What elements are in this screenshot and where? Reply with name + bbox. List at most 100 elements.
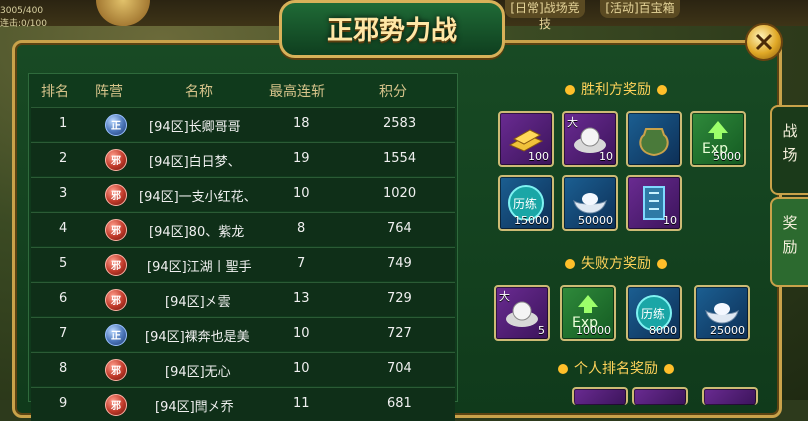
- close-button[interactable]: [745, 23, 783, 61]
- rank-cell: 5: [59, 256, 68, 271]
- camp-glyph: 邪: [111, 261, 121, 272]
- item-quantity: 10: [663, 214, 677, 227]
- header-rank: 排名: [41, 84, 69, 100]
- reward-rune-scroll[interactable]: 10: [626, 175, 682, 231]
- camp-xie-icon: 邪: [105, 394, 127, 416]
- jar-icon: [639, 128, 669, 157]
- camp-xie-icon: 邪: [105, 219, 127, 241]
- camp-glyph: 邪: [111, 156, 121, 167]
- side-tabs: 战场 奖励: [770, 105, 808, 365]
- hp-text: 3005/400: [0, 6, 44, 16]
- defeat-reward-experience-orb[interactable]: 历练 8000: [626, 285, 682, 341]
- tab-rewards-label: 奖励: [782, 214, 798, 256]
- name-cell: [94区]无心: [165, 365, 231, 380]
- item-quantity: 100: [528, 150, 549, 163]
- streak-cell: 13: [293, 291, 310, 306]
- camp-glyph: 邪: [111, 191, 121, 202]
- score-cell: 729: [387, 291, 412, 306]
- rank-cell: 4: [59, 221, 68, 236]
- streak-cell: 10: [293, 186, 310, 201]
- item-quantity: 50000: [578, 214, 613, 227]
- personal-reward-slot[interactable]: [702, 387, 758, 405]
- score-cell: 727: [387, 326, 412, 341]
- diamond-icon: [565, 259, 575, 269]
- rank-cell: 3: [59, 186, 68, 201]
- camp-xie-icon: 邪: [105, 254, 127, 276]
- diamond-icon: [657, 85, 667, 95]
- item-quantity: 5000: [713, 150, 741, 163]
- camp-glyph: 正: [111, 331, 121, 342]
- rank-cell: 9: [59, 396, 68, 411]
- camp-glyph: 邪: [111, 296, 121, 307]
- personal-reward-slot[interactable]: [632, 387, 688, 405]
- score-cell: 681: [387, 396, 412, 411]
- table-row[interactable]: 7 正 [94区]裸奔也是美 10 727: [31, 317, 455, 351]
- score-cell: 704: [387, 361, 412, 376]
- table-row[interactable]: 5 邪 [94区]江湖丨聖手 7 749: [31, 247, 455, 281]
- camp-glyph: 邪: [111, 226, 121, 237]
- score-cell: 764: [387, 221, 412, 236]
- personal-reward-slot[interactable]: [572, 387, 628, 405]
- top-tab-daily[interactable]: [日常]战场竞技: [505, 0, 585, 31]
- table-row[interactable]: 1 正 [94区]长卿哥哥 18 2583: [31, 107, 455, 141]
- defeat-reward-silver-ingot[interactable]: 25000: [694, 285, 750, 341]
- defeat-rewards-title: 失败方奖励: [472, 253, 760, 273]
- diamond-icon: [657, 259, 667, 269]
- score-cell: 749: [387, 256, 412, 271]
- diamond-icon: [558, 364, 568, 374]
- camp-glyph: 正: [111, 121, 121, 132]
- streak-cell: 8: [297, 221, 306, 236]
- table-row[interactable]: 9 邪 [94区]閆㐅乔 11 681: [31, 387, 455, 421]
- camp-zheng-icon: 正: [105, 114, 127, 136]
- name-cell: [94区]一支小红花、: [139, 190, 257, 205]
- reward-silver-ingot[interactable]: 50000: [562, 175, 618, 231]
- name-cell: [94区]白日梦、: [149, 155, 241, 170]
- item-quantity: 8000: [649, 324, 677, 337]
- rank-cell: 8: [59, 361, 68, 376]
- camp-glyph: 邪: [111, 401, 121, 412]
- reward-pearl[interactable]: 大 10: [562, 111, 618, 167]
- table-row[interactable]: 2 邪 [94区]白日梦、 19 1554: [31, 142, 455, 176]
- victory-rewards-label: 胜利方奖励: [581, 82, 651, 98]
- header-max-streak: 最高连斩: [269, 84, 325, 100]
- defeat-reward-exp[interactable]: Exp 10000: [560, 285, 616, 341]
- table-row[interactable]: 3 邪 [94区]一支小红花、 10 1020: [31, 177, 455, 211]
- defeat-reward-pearl[interactable]: 大 5: [494, 285, 550, 341]
- defeat-rewards-label: 失败方奖励: [581, 256, 651, 272]
- diamond-icon: [664, 364, 674, 374]
- camp-xie-icon: 邪: [105, 359, 127, 381]
- streak-cell: 10: [293, 361, 310, 376]
- score-cell: 2583: [383, 116, 417, 131]
- item-quantity: 10: [599, 150, 613, 163]
- camp-glyph: 邪: [111, 366, 121, 377]
- rank-cell: 1: [59, 116, 68, 131]
- victory-rewards-title: 胜利方奖励: [472, 79, 760, 99]
- name-cell: [94区]长卿哥哥: [149, 120, 241, 135]
- top-tab-label: [活动]百宝箱: [605, 1, 675, 15]
- top-medallion[interactable]: [96, 0, 150, 26]
- reward-experience-orb[interactable]: 历练 15000: [498, 175, 554, 231]
- table-row[interactable]: 8 邪 [94区]无心 10 704: [31, 352, 455, 386]
- header-camp: 阵营: [95, 84, 123, 100]
- reward-gold-bar[interactable]: 100: [498, 111, 554, 167]
- item-quantity: 5: [538, 324, 545, 337]
- item-quantity: 10000: [576, 324, 611, 337]
- rewards-section: 胜利方奖励 100 大 10 Exp 5000 历练 15000 50000 1…: [472, 73, 760, 405]
- header-score: 积分: [379, 84, 407, 100]
- ranking-table-header: 排名 阵营 名称 最高连斩 积分: [29, 74, 457, 106]
- pearl-icon: [506, 301, 538, 327]
- item-quantity: 25000: [710, 324, 745, 337]
- rank-cell: 7: [59, 326, 68, 341]
- table-row[interactable]: 4 邪 [94区]80、紫龙 8 764: [31, 212, 455, 246]
- tab-rewards[interactable]: 奖励: [770, 197, 808, 287]
- reward-exp[interactable]: Exp 5000: [690, 111, 746, 167]
- reward-jar[interactable]: [626, 111, 682, 167]
- top-tab-event[interactable]: [活动]百宝箱: [600, 0, 680, 18]
- camp-xie-icon: 邪: [105, 289, 127, 311]
- ranking-table: 排名 阵营 名称 最高连斩 积分 1 正 [94区]长卿哥哥 18 2583 2…: [28, 73, 458, 421]
- table-row[interactable]: 6 邪 [94区]㐅雲 13 729: [31, 282, 455, 316]
- camp-xie-icon: 邪: [105, 149, 127, 171]
- dialog-title-plate: 正邪势力战: [279, 0, 505, 58]
- tab-battlefield[interactable]: 战场: [770, 105, 808, 195]
- diamond-icon: [565, 85, 575, 95]
